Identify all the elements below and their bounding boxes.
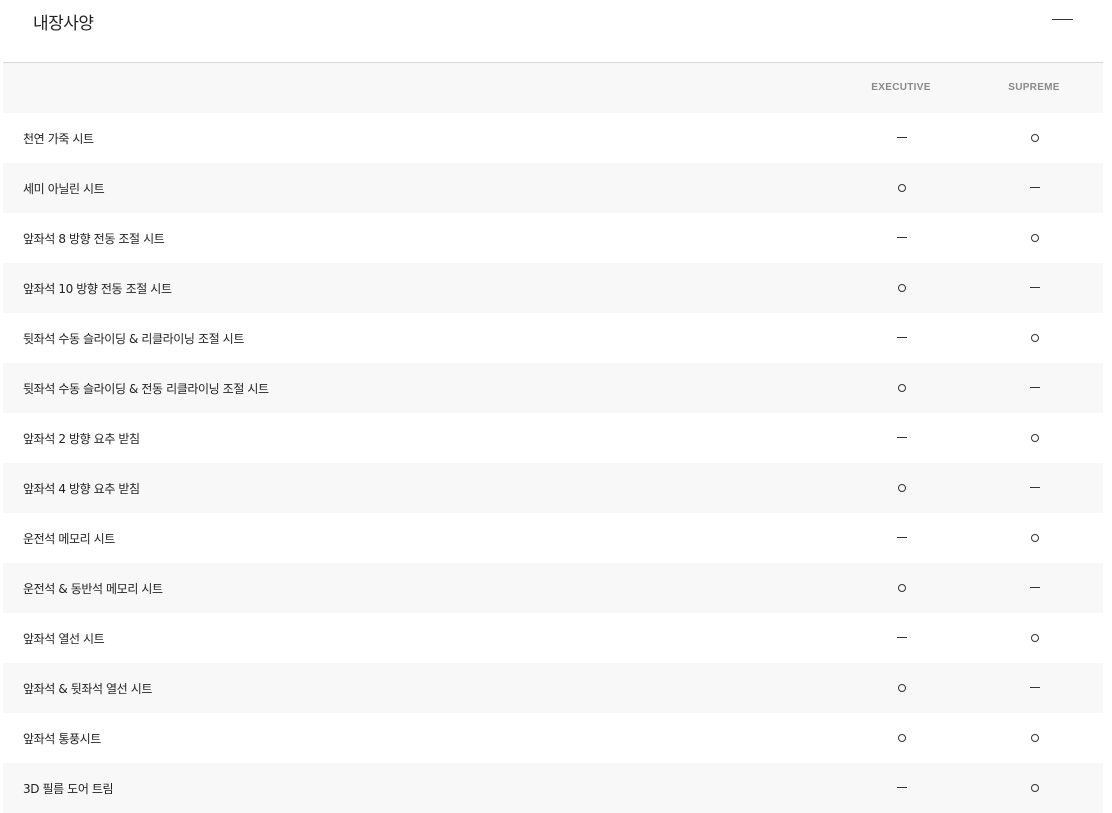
feature-label: 앞좌석 4 방향 요추 받침: [23, 482, 140, 496]
feature-label: 뒷좌석 수동 슬라이딩 & 전동 리클라이닝 조절 시트: [23, 382, 269, 396]
executive-availability-cell: [896, 782, 908, 794]
table-row: 3D 필름 도어 트림: [3, 763, 1103, 813]
supreme-availability-cell: [1029, 782, 1041, 794]
feature-label: 운전석 메모리 시트: [23, 532, 115, 546]
supreme-availability-cell: [1029, 332, 1041, 344]
table-header-row: EXECUTIVE SUPREME: [3, 63, 1103, 113]
executive-availability-cell: [896, 182, 908, 194]
feature-label: 3D 필름 도어 트림: [23, 782, 114, 796]
supreme-availability-cell: [1029, 532, 1041, 544]
dash-icon: [897, 787, 907, 789]
feature-label: 세미 아닐린 시트: [23, 182, 105, 196]
circle-icon: [1031, 334, 1039, 342]
table-row: 뒷좌석 수동 슬라이딩 & 전동 리클라이닝 조절 시트: [3, 363, 1103, 413]
executive-availability-cell: [896, 332, 908, 344]
feature-label: 앞좌석 10 방향 전동 조절 시트: [23, 282, 172, 296]
executive-availability-cell: [896, 482, 908, 494]
circle-icon: [1031, 534, 1039, 542]
table-row: 앞좌석 & 뒷좌석 열선 시트: [3, 663, 1103, 713]
dash-icon: [1030, 487, 1040, 489]
table-row: 앞좌석 4 방향 요추 받침: [3, 463, 1103, 513]
feature-label: 운전석 & 동반석 메모리 시트: [23, 582, 163, 596]
executive-availability-cell: [896, 232, 908, 244]
feature-label: 앞좌석 2 방향 요추 받침: [23, 432, 140, 446]
table-row: 앞좌석 2 방향 요추 받침: [3, 413, 1103, 463]
circle-icon: [1031, 634, 1039, 642]
dash-icon: [897, 637, 907, 639]
supreme-availability-cell: [1029, 132, 1041, 144]
circle-icon: [898, 734, 906, 742]
table-row: 운전석 & 동반석 메모리 시트: [3, 563, 1103, 613]
circle-icon: [1031, 784, 1039, 792]
dash-icon: [1030, 187, 1040, 189]
circle-icon: [1031, 134, 1039, 142]
circle-icon: [898, 184, 906, 192]
executive-availability-cell: [896, 532, 908, 544]
circle-icon: [898, 284, 906, 292]
executive-availability-cell: [896, 682, 908, 694]
feature-label: 앞좌석 8 방향 전동 조절 시트: [23, 232, 165, 246]
dash-icon: [1030, 587, 1040, 589]
executive-availability-cell: [896, 432, 908, 444]
dash-icon: [1030, 387, 1040, 389]
minus-icon: [1052, 19, 1073, 20]
supreme-availability-cell: [1029, 632, 1041, 644]
supreme-availability-cell: [1029, 732, 1041, 744]
section-title: 내장사양: [33, 14, 94, 34]
supreme-availability-cell: [1029, 682, 1041, 694]
dash-icon: [897, 137, 907, 139]
dash-icon: [897, 437, 907, 439]
supreme-availability-cell: [1029, 482, 1041, 494]
feature-label: 천연 가죽 시트: [23, 132, 94, 146]
supreme-availability-cell: [1029, 582, 1041, 594]
table-row: 앞좌석 열선 시트: [3, 613, 1103, 663]
circle-icon: [898, 484, 906, 492]
column-header-executive: EXECUTIVE: [871, 82, 931, 93]
supreme-availability-cell: [1029, 282, 1041, 294]
executive-availability-cell: [896, 582, 908, 594]
executive-availability-cell: [896, 732, 908, 744]
feature-label: 앞좌석 & 뒷좌석 열선 시트: [23, 682, 153, 696]
dash-icon: [897, 537, 907, 539]
circle-icon: [898, 384, 906, 392]
spec-comparison-table: EXECUTIVE SUPREME 천연 가죽 시트세미 아닐린 시트앞좌석 8…: [3, 63, 1103, 813]
feature-label: 뒷좌석 수동 슬라이딩 & 리클라이닝 조절 시트: [23, 332, 244, 346]
circle-icon: [898, 584, 906, 592]
supreme-availability-cell: [1029, 232, 1041, 244]
circle-icon: [1031, 234, 1039, 242]
section-header[interactable]: 내장사양: [0, 0, 1112, 62]
table-row: 앞좌석 8 방향 전동 조절 시트: [3, 213, 1103, 263]
table-row: 천연 가죽 시트: [3, 113, 1103, 163]
column-header-supreme: SUPREME: [1008, 82, 1060, 93]
feature-label: 앞좌석 열선 시트: [23, 632, 105, 646]
dash-icon: [897, 237, 907, 239]
supreme-availability-cell: [1029, 182, 1041, 194]
table-row: 세미 아닐린 시트: [3, 163, 1103, 213]
supreme-availability-cell: [1029, 432, 1041, 444]
circle-icon: [1031, 734, 1039, 742]
circle-icon: [898, 684, 906, 692]
table-row: 뒷좌석 수동 슬라이딩 & 리클라이닝 조절 시트: [3, 313, 1103, 363]
executive-availability-cell: [896, 282, 908, 294]
executive-availability-cell: [896, 382, 908, 394]
table-row: 운전석 메모리 시트: [3, 513, 1103, 563]
collapse-toggle-button[interactable]: [1050, 10, 1076, 30]
dash-icon: [897, 337, 907, 339]
table-body: 천연 가죽 시트세미 아닐린 시트앞좌석 8 방향 전동 조절 시트앞좌석 10…: [3, 113, 1103, 813]
dash-icon: [1030, 287, 1040, 289]
table-row: 앞좌석 10 방향 전동 조절 시트: [3, 263, 1103, 313]
executive-availability-cell: [896, 632, 908, 644]
supreme-availability-cell: [1029, 382, 1041, 394]
feature-label: 앞좌석 통풍시트: [23, 732, 101, 746]
table-row: 앞좌석 통풍시트: [3, 713, 1103, 763]
dash-icon: [1030, 687, 1040, 689]
circle-icon: [1031, 434, 1039, 442]
executive-availability-cell: [896, 132, 908, 144]
